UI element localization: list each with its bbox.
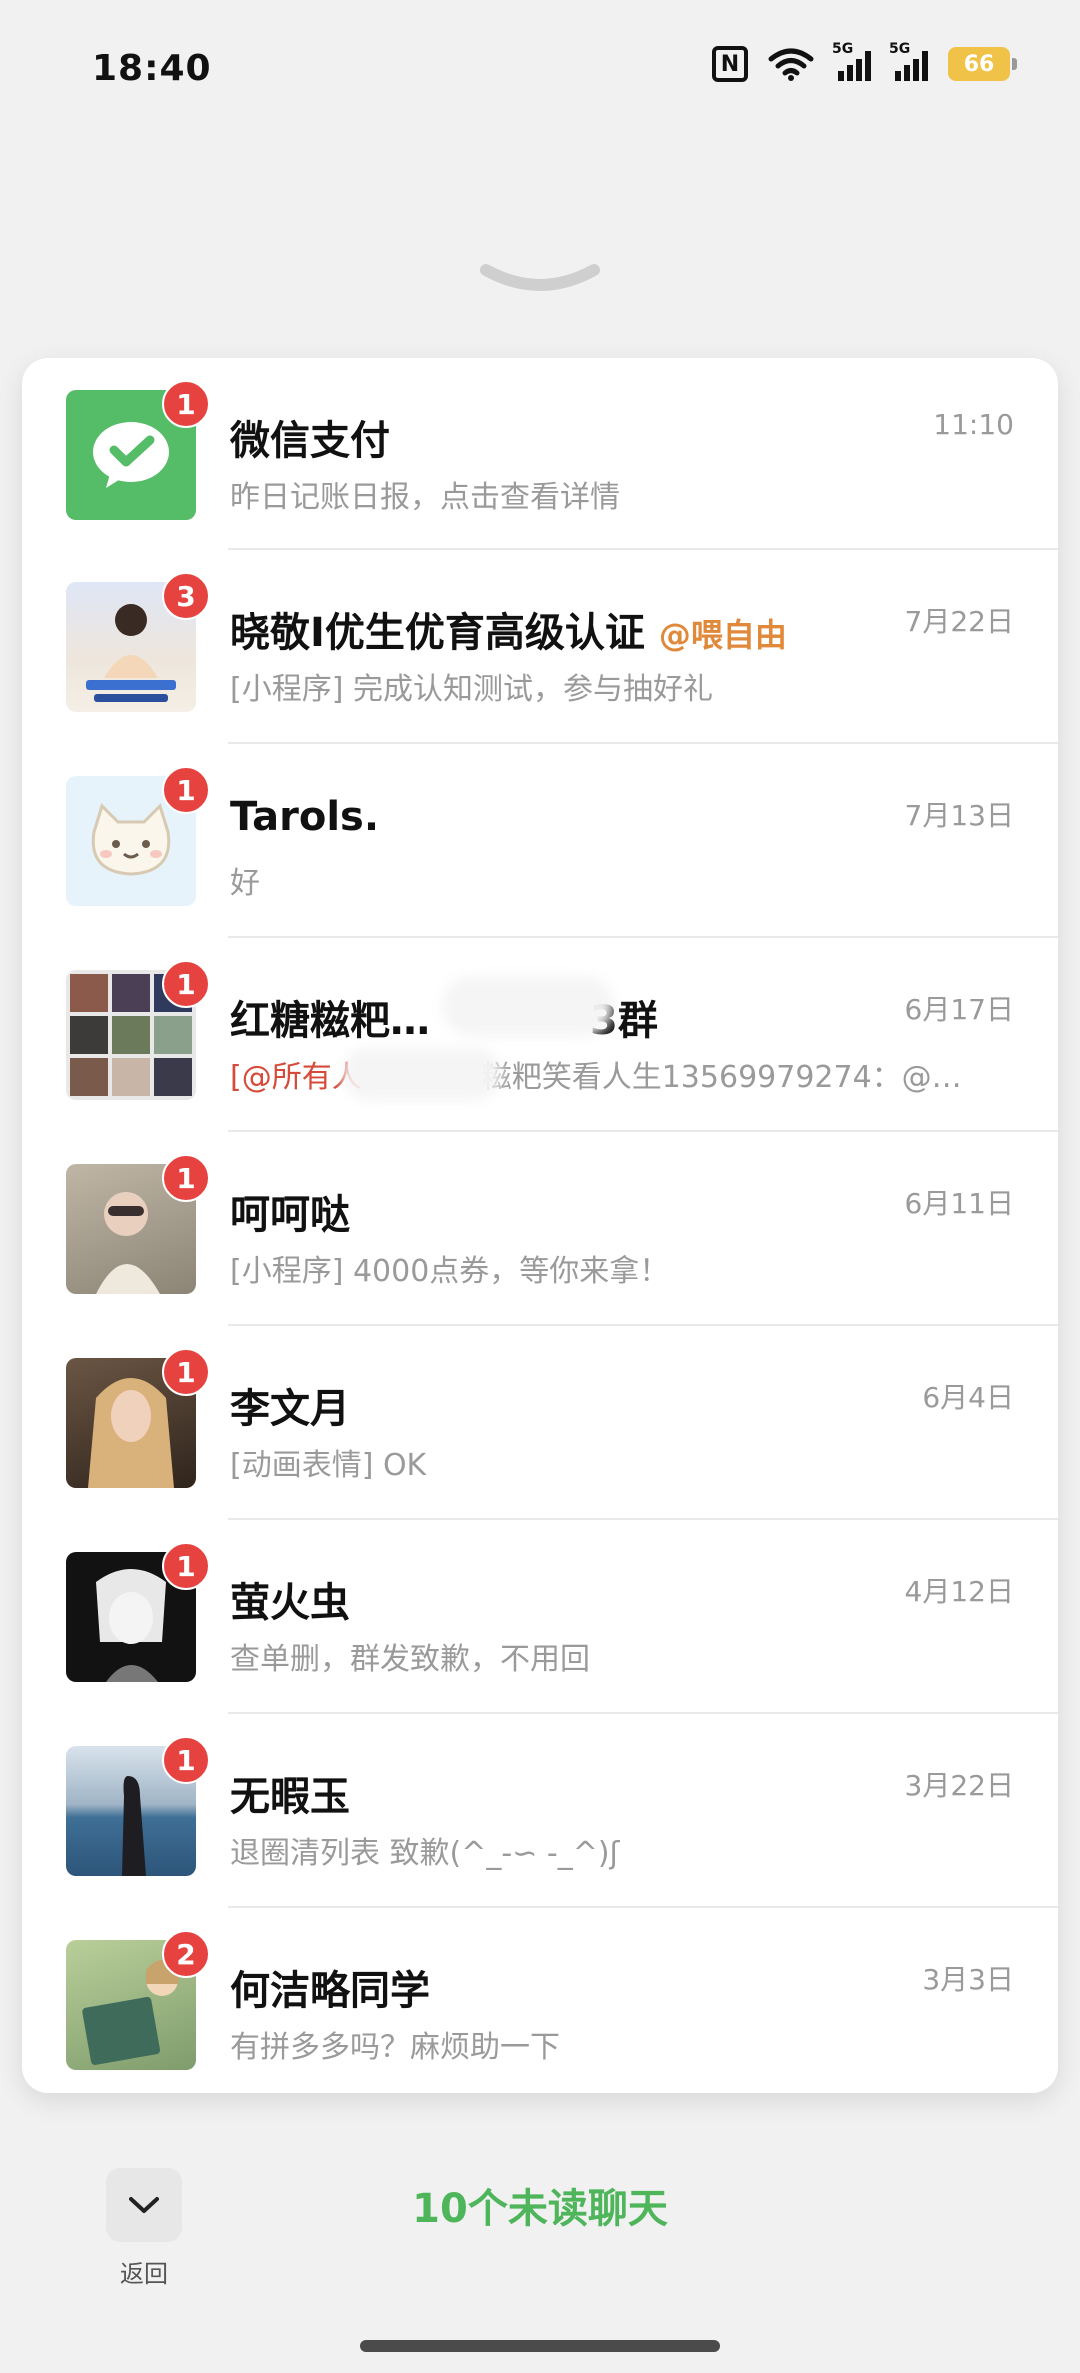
chat-preview: 退圈清列表 致歉(^_-∽ -_^)ʃ [230,1836,620,1871]
chat-date: 6月4日 [922,1381,1014,1414]
collapse-handle-icon[interactable] [478,262,602,296]
unread-badge: 1 [162,1736,210,1784]
chat-row[interactable]: 1 Tarols. 好 7月13日 [22,744,1058,938]
redaction-blur [442,976,614,1036]
chat-name: 晓敬I优生优育高级认证 @喂自由 [230,610,787,656]
avatar: 1 [66,960,210,1100]
chat-preview: [动画表情] OK [230,1448,427,1483]
wifi-icon [768,48,814,81]
nfc-icon: N [712,46,748,82]
status-icons: N 5G 5G 66 [712,41,1017,82]
unread-badge: 1 [162,960,210,1008]
chat-preview: 好 [230,866,260,901]
chat-date: 3月3日 [922,1963,1014,1996]
at-mention-tag: @喂自由 [658,616,787,654]
chat-date: 11:10 [933,408,1014,441]
chat-row[interactable]: 1 萤火虫 查单删，群发致歉，不用回 4月12日 [22,1520,1058,1714]
chat-name: 无暇玉 [230,1774,350,1820]
chat-row[interactable]: 2 何洁略同学 有拼多多吗？麻烦助一下 3月3日 [22,1908,1058,2093]
chat-row[interactable]: 1 无暇玉 退圈清列表 致歉(^_-∽ -_^)ʃ 3月22日 [22,1714,1058,1908]
chat-preview: [小程序] 完成认知测试，参与抽好礼 [230,672,713,707]
avatar: 1 [66,1154,210,1294]
chat-date: 6月11日 [904,1187,1014,1220]
chat-name: 呵呵哒 [230,1192,350,1238]
battery-icon: 66 [948,47,1017,81]
chat-preview: 昨日记账日报，点击查看详情 [230,480,620,515]
avatar: 1 [66,1542,210,1682]
chat-name: Tarols. [230,794,380,840]
avatar: 1 [66,1348,210,1488]
chat-name: 何洁略同学 [230,1968,430,2014]
unread-chat-list: 1 微信支付 昨日记账日报，点击查看详情 11:10 3 晓敬I优生优育高级认证… [22,358,1058,2093]
signal-5g-icon-1: 5G [832,41,871,81]
unread-badge: 3 [162,572,210,620]
redaction-blur [342,1048,502,1100]
unread-summary: 10个未读聊天 [412,2186,668,2232]
chat-row[interactable]: 1 红糖糍粑… 3群 [@所有人 糍粑笑看人生13569979274：@… 6月… [22,938,1058,1132]
chat-row[interactable]: 3 晓敬I优生优育高级认证 @喂自由 [小程序] 完成认知测试，参与抽好礼 7月2… [22,550,1058,744]
unread-badge: 1 [162,1154,210,1202]
signal-5g-icon-2: 5G [889,41,928,81]
avatar: 2 [66,1930,210,2070]
unread-badge: 1 [162,1348,210,1396]
avatar: 1 [66,1736,210,1876]
chat-preview: [@所有人 糍粑笑看人生13569979274：@… [230,1060,962,1095]
unread-badge: 1 [162,1542,210,1590]
chat-date: 4月12日 [904,1575,1014,1608]
chat-name: 微信支付 [230,418,390,464]
chat-row[interactable]: 1 微信支付 昨日记账日报，点击查看详情 11:10 [22,358,1058,550]
chat-row[interactable]: 1 呵呵哒 [小程序] 4000点券，等你来拿！ 6月11日 [22,1132,1058,1326]
unread-badge: 1 [162,766,210,814]
avatar: 3 [66,572,210,712]
chat-preview: 有拼多多吗？麻烦助一下 [230,2030,560,2065]
chat-date: 6月17日 [904,993,1014,1026]
chat-date: 7月22日 [904,605,1014,638]
chat-name: 李文月 [230,1386,350,1432]
status-time: 18:40 [92,48,212,89]
unread-badge: 2 [162,1930,210,1978]
avatar: 1 [66,766,210,906]
chat-preview: 查单删，群发致歉，不用回 [230,1642,590,1677]
unread-badge: 1 [162,380,210,428]
chat-date: 3月22日 [904,1769,1014,1802]
avatar: 1 [66,380,210,520]
chat-row[interactable]: 1 李文月 [动画表情] OK 6月4日 [22,1326,1058,1520]
back-label: 返回 [120,2260,168,2288]
status-bar: 18:40 N 5G 5G 66 [0,0,1080,140]
chat-name: 萤火虫 [230,1580,350,1626]
chat-date: 7月13日 [904,799,1014,832]
home-indicator[interactable] [360,2340,720,2352]
chat-preview: [小程序] 4000点券，等你来拿！ [230,1254,670,1289]
